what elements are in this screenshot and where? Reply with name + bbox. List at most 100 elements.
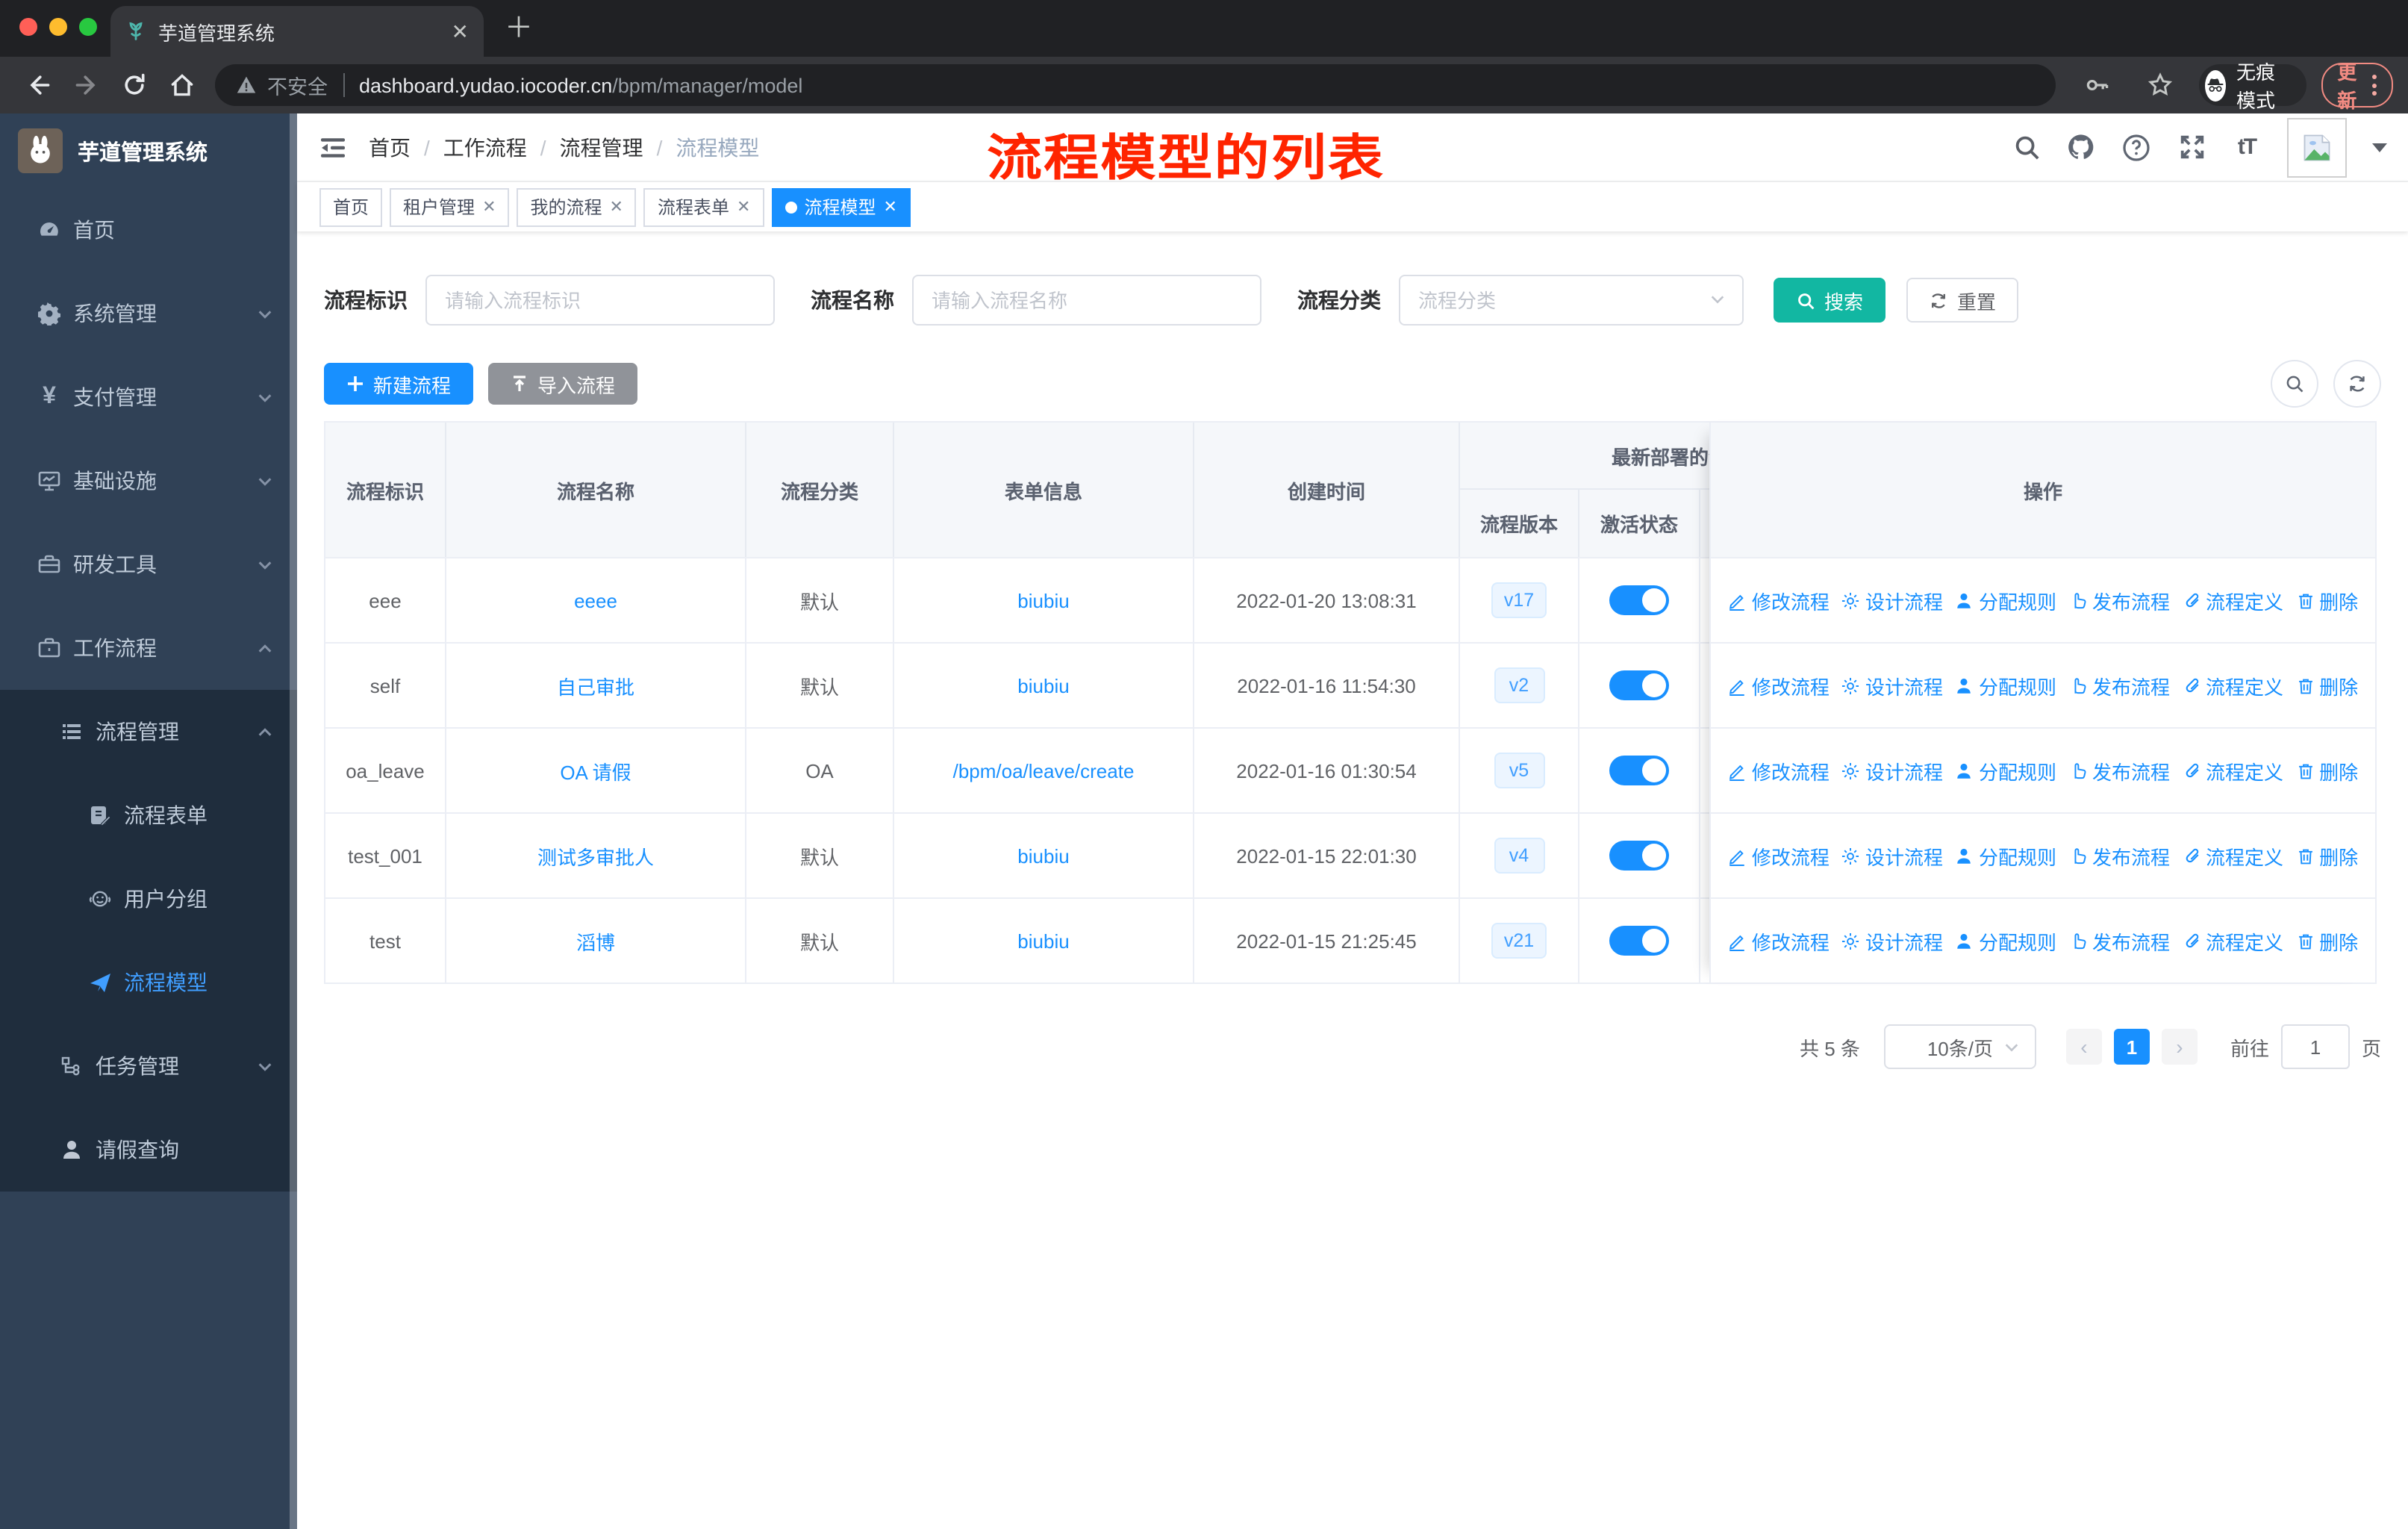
url-bar[interactable]: 不安全 dashboard.yudao.iocoder.cn /bpm/mana…	[215, 64, 2056, 106]
sidebar-item-user-group[interactable]: 用户分组	[0, 857, 297, 941]
security-label[interactable]: 不安全	[267, 70, 328, 100]
new-tab-button[interactable]: ＋	[505, 6, 533, 46]
toggle-search-icon[interactable]	[2271, 360, 2318, 408]
process-name-link[interactable]: 测试多审批人	[537, 841, 654, 870]
goto-page-input[interactable]	[2280, 1024, 2350, 1069]
fullscreen-icon[interactable]	[2177, 132, 2206, 162]
design-gear-link[interactable]: 设计流程	[1841, 671, 1943, 700]
home-icon[interactable]	[169, 72, 196, 99]
maximize-window-button[interactable]	[79, 18, 97, 36]
delete-link[interactable]: 删除	[2295, 841, 2358, 870]
sidebar-item-process-model[interactable]: 流程模型	[0, 941, 297, 1024]
page-size-select[interactable]: 10条/页	[1883, 1024, 2036, 1069]
avatar-caret-icon[interactable]	[2372, 143, 2387, 152]
process-name-input[interactable]	[912, 275, 1261, 326]
process-name-link[interactable]: 自己审批	[557, 671, 634, 700]
assign-user-link[interactable]: 分配规则	[1955, 927, 2056, 955]
assign-user-link[interactable]: 分配规则	[1955, 756, 2056, 785]
tag-process-model[interactable]: 流程模型 ✕	[771, 187, 911, 226]
form-info-link[interactable]: biubiu	[1017, 929, 1069, 952]
sidebar-item-home[interactable]: 首页	[0, 188, 297, 272]
edit-link[interactable]: 修改流程	[1728, 756, 1830, 785]
browser-menu-icon[interactable]	[2372, 75, 2377, 96]
process-category-select[interactable]	[1399, 275, 1744, 326]
definition-link-link[interactable]: 流程定义	[2182, 586, 2283, 614]
definition-link-link[interactable]: 流程定义	[2182, 927, 2283, 955]
import-process-button[interactable]: 导入流程	[488, 363, 638, 405]
breadcrumb-home[interactable]: 首页	[369, 132, 411, 162]
back-icon[interactable]	[25, 72, 52, 99]
search-icon[interactable]	[2011, 132, 2041, 162]
status-toggle[interactable]	[1609, 926, 1669, 956]
sidebar-item-task-mgmt[interactable]: 任务管理	[0, 1024, 297, 1108]
status-toggle[interactable]	[1609, 841, 1669, 871]
sidebar-item-infra[interactable]: 基础设施	[0, 439, 297, 523]
assign-user-link[interactable]: 分配规则	[1955, 586, 2056, 614]
design-gear-link[interactable]: 设计流程	[1841, 586, 1943, 614]
publish-link[interactable]: 发布流程	[2068, 841, 2170, 870]
current-page-button[interactable]: 1	[2113, 1029, 2150, 1065]
edit-link[interactable]: 修改流程	[1728, 841, 1830, 870]
prev-page-button[interactable]: ‹	[2065, 1029, 2102, 1065]
next-page-button[interactable]: ›	[2161, 1029, 2198, 1065]
sidebar-item-leave-query[interactable]: 请假查询	[0, 1108, 297, 1192]
form-info-link[interactable]: biubiu	[1017, 589, 1069, 611]
assign-user-link[interactable]: 分配规则	[1955, 671, 2056, 700]
publish-link[interactable]: 发布流程	[2068, 586, 2170, 614]
close-window-button[interactable]	[19, 18, 37, 36]
status-toggle[interactable]	[1609, 585, 1669, 615]
app-logo-row[interactable]: 芋道管理系统	[0, 113, 297, 188]
browser-update-button[interactable]: 更新	[2321, 61, 2393, 112]
sidebar-item-system[interactable]: 系统管理	[0, 272, 297, 355]
sidebar-item-process-form[interactable]: 流程表单	[0, 773, 297, 857]
assign-user-link[interactable]: 分配规则	[1955, 841, 2056, 870]
design-gear-link[interactable]: 设计流程	[1841, 841, 1943, 870]
browser-tab[interactable]: 芋道管理系统 ✕	[110, 6, 484, 57]
tag-my-process[interactable]: 我的流程 ✕	[517, 187, 637, 226]
definition-link-link[interactable]: 流程定义	[2182, 671, 2283, 700]
sidebar-item-process-mgmt[interactable]: 流程管理	[0, 690, 297, 773]
reload-icon[interactable]	[121, 72, 148, 99]
refresh-icon[interactable]	[2333, 360, 2381, 408]
sidebar-item-payment[interactable]: ¥ 支付管理	[0, 355, 297, 439]
sidebar-item-devtools[interactable]: 研发工具	[0, 523, 297, 606]
search-button[interactable]: 搜索	[1774, 278, 1886, 323]
edit-link[interactable]: 修改流程	[1728, 927, 1830, 955]
form-info-link[interactable]: biubiu	[1017, 674, 1069, 697]
publish-link[interactable]: 发布流程	[2068, 927, 2170, 955]
publish-link[interactable]: 发布流程	[2068, 756, 2170, 785]
tag-home[interactable]: 首页	[319, 187, 383, 226]
tab-close-icon[interactable]: ✕	[452, 21, 469, 42]
breadcrumb-process-mgmt[interactable]: 流程管理	[560, 132, 643, 162]
reset-button[interactable]: 重置	[1906, 278, 2019, 323]
tag-process-form[interactable]: 流程表单 ✕	[643, 187, 764, 226]
forward-icon[interactable]	[73, 72, 100, 99]
status-toggle[interactable]	[1609, 756, 1669, 785]
design-gear-link[interactable]: 设计流程	[1841, 756, 1943, 785]
form-info-link[interactable]: biubiu	[1017, 844, 1069, 867]
definition-link-link[interactable]: 流程定义	[2182, 756, 2283, 785]
process-name-link[interactable]: 滔博	[576, 927, 615, 955]
delete-link[interactable]: 删除	[2295, 927, 2358, 955]
status-toggle[interactable]	[1609, 670, 1669, 700]
process-name-link[interactable]: eeee	[574, 589, 617, 611]
process-name-link[interactable]: OA 请假	[560, 756, 631, 785]
edit-link[interactable]: 修改流程	[1728, 671, 1830, 700]
bookmark-star-icon[interactable]	[2147, 72, 2174, 99]
design-gear-link[interactable]: 设计流程	[1841, 927, 1943, 955]
close-icon[interactable]: ✕	[737, 197, 750, 217]
form-info-link[interactable]: /bpm/oa/leave/create	[953, 759, 1135, 782]
avatar[interactable]	[2287, 117, 2347, 177]
font-size-icon[interactable]: tT	[2232, 132, 2262, 162]
process-key-input[interactable]	[425, 275, 775, 326]
sidebar-item-workflow[interactable]: 工作流程	[0, 606, 297, 690]
edit-link[interactable]: 修改流程	[1728, 586, 1830, 614]
publish-link[interactable]: 发布流程	[2068, 671, 2170, 700]
hamburger-icon[interactable]	[318, 132, 348, 162]
delete-link[interactable]: 删除	[2295, 671, 2358, 700]
delete-link[interactable]: 删除	[2295, 586, 2358, 614]
breadcrumb-workflow[interactable]: 工作流程	[443, 132, 527, 162]
minimize-window-button[interactable]	[49, 18, 67, 36]
close-icon[interactable]: ✕	[610, 197, 623, 217]
github-icon[interactable]	[2066, 132, 2096, 162]
